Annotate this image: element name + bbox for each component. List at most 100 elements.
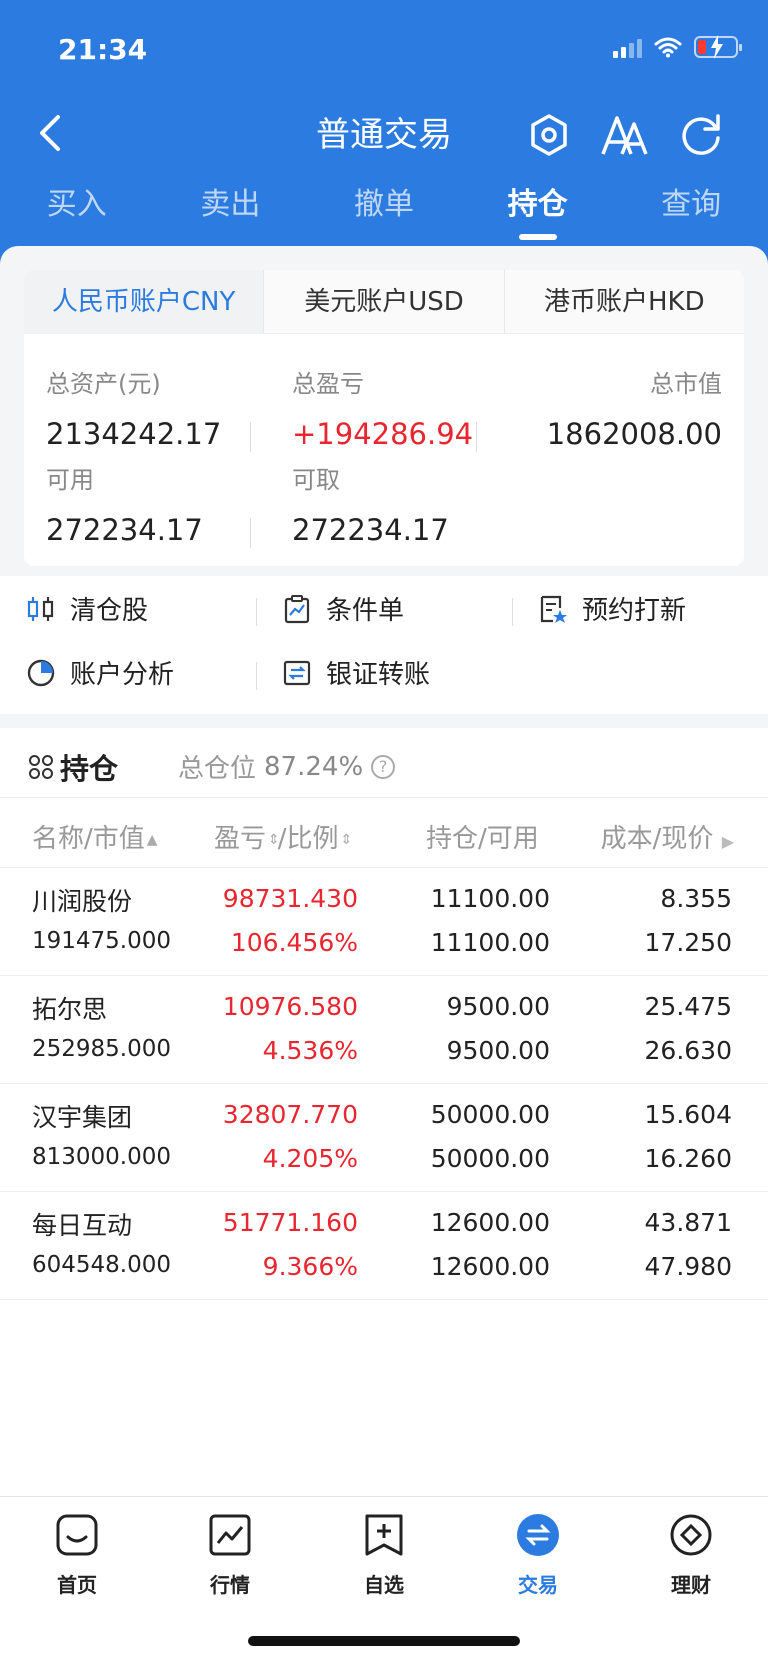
refresh-icon[interactable] [676,110,726,160]
holdings-title-text: 持仓 [60,752,119,786]
holdings-title: 持仓 [28,746,118,788]
nav-trade[interactable]: 交易 [483,1513,593,1598]
sort-icon: ⇕ [268,831,280,848]
stock-price: 17.250 [644,928,732,957]
stock-market-value: 191475.000 [32,928,172,954]
stock-price: 26.630 [644,1036,732,1065]
market-value-label: 总市值 [650,370,722,398]
battery-icon [694,35,742,59]
stock-available: 12600.00 [430,1252,550,1281]
nav-market-label: 行情 [210,1573,250,1597]
account-tab-hkd[interactable]: 港币账户HKD [503,270,744,334]
stock-available: 50000.00 [430,1144,550,1173]
table-row[interactable]: 川润股份 191475.000 98731.430 106.456% 11100… [0,868,768,976]
nav-home[interactable]: 首页 [22,1513,132,1598]
available-label: 可用 [46,466,94,494]
stock-hold: 12600.00 [430,1208,550,1237]
stock-market-value: 252985.000 [32,1036,172,1062]
stock-hold: 50000.00 [430,1100,550,1129]
wealth-icon [670,1514,712,1556]
withdrawable-value: 272234.17 [292,513,449,547]
home-indicator [248,1636,520,1646]
divider [256,598,257,626]
withdrawable-funds: 可取 272234.17 [292,460,532,547]
font-size-icon[interactable] [600,110,650,160]
divider [250,422,251,452]
sort-icon: ▲ [146,831,158,848]
clear-stock-label: 清仓股 [70,596,149,626]
account-analysis-button[interactable]: 账户分析 [26,654,174,691]
nav-trade-label: 交易 [518,1573,558,1597]
column-name-label: 名称/市值 [32,824,145,854]
stock-pl-ratio: 4.536% [262,1036,358,1065]
wifi-icon [654,37,682,58]
divider [476,422,477,452]
trade-tabs: 买入 卖出 撤单 持仓 查询 [0,185,768,240]
add-bookmark-icon [365,1514,403,1556]
withdrawable-label: 可取 [292,466,340,494]
stock-available: 11100.00 [430,928,550,957]
column-name-sort[interactable]: 名称/市值 ▲ [32,818,158,855]
nav-watchlist[interactable]: 自选 [329,1513,439,1598]
column-cost[interactable]: 成本/现价 ▶ [601,818,734,855]
clear-stock-button[interactable]: 清仓股 [26,590,148,627]
sort-icon: ⇕ [340,831,353,848]
chevron-right-icon: ▶ [721,832,734,851]
nav-wealth[interactable]: 理财 [636,1513,746,1598]
settings-hexagon-icon[interactable] [524,110,574,160]
stock-pl: 98731.430 [222,884,358,913]
holdings-header: 持仓 总仓位 87.24% ? [0,728,768,798]
navbar: 普通交易 [0,105,768,165]
nav-market[interactable]: 行情 [175,1513,285,1598]
holdings-section: 持仓 总仓位 87.24% ? 名称/市值 ▲ 盈亏 ⇕/比例 ⇕ 持仓/可用 成本/… [0,728,768,1302]
stock-cost: 8.355 [660,884,732,913]
back-icon[interactable] [28,109,78,159]
nav-home-label: 首页 [57,1573,97,1597]
tab-buy[interactable]: 买入 [0,185,154,235]
column-cost-label: 成本/现价 [600,824,714,854]
stock-market-value: 813000.000 [32,1144,172,1170]
column-ratio-label: /比例 [277,824,339,854]
stock-cost: 25.475 [644,992,732,1021]
total-position-value: 87.24% [264,751,364,782]
stock-pl: 51771.160 [222,1208,358,1237]
tab-cancel[interactable]: 撤单 [307,185,461,235]
help-icon[interactable]: ? [371,754,396,779]
account-tab-cny[interactable]: 人民币账户CNY [24,270,264,334]
tab-sell[interactable]: 卖出 [154,185,308,235]
stock-pl: 32807.770 [222,1100,358,1129]
table-row[interactable]: 拓尔思 252985.000 10976.580 4.536% 9500.00 … [0,976,768,1084]
chart-icon [209,1514,251,1556]
pie-chart-icon [27,659,55,686]
account-tab-usd[interactable]: 美元账户USD [263,270,504,334]
stock-name: 拓尔思 [32,995,108,1024]
conditional-order-button[interactable]: 条件单 [282,590,404,627]
bank-transfer-button[interactable]: 银证转账 [282,654,430,691]
market-value-value: 1862008.00 [546,417,722,451]
quick-actions: 清仓股 条件单 预约打新 账户分析 银证转账 [0,576,768,714]
tab-holdings[interactable]: 持仓 [461,185,615,240]
account-analysis-label: 账户分析 [70,660,175,690]
stock-market-value: 604548.000 [32,1252,172,1278]
bank-transfer-label: 银证转账 [326,660,431,690]
stock-name: 汉宇集团 [32,1103,133,1132]
grid-icon [29,755,53,779]
stock-pl-ratio: 4.205% [262,1144,358,1173]
column-pl-sort[interactable]: 盈亏 ⇕/比例 ⇕ [214,818,353,855]
ipo-subscription-button[interactable]: 预约打新 [538,590,686,627]
transfer-icon [283,660,311,685]
candlestick-icon [27,596,54,621]
tab-query[interactable]: 查询 [614,185,768,235]
nav-watchlist-label: 自选 [364,1573,404,1597]
stock-name: 川润股份 [32,887,133,916]
table-row[interactable]: 汉宇集团 813000.000 32807.770 4.205% 50000.0… [0,1084,768,1192]
clipboard-chart-icon [284,594,310,623]
stock-pl: 10976.580 [222,992,358,1021]
market-value: 总市值 1862008.00 [482,364,722,451]
document-star-icon [540,595,567,623]
column-qty: 持仓/可用 [426,824,539,854]
table-row[interactable]: 每日互动 604548.000 51771.160 9.366% 12600.0… [0,1192,768,1300]
column-pl-label: 盈亏 [214,824,267,854]
total-position-label: 总仓位 [178,754,257,784]
status-bar: 21:34 [58,30,742,70]
